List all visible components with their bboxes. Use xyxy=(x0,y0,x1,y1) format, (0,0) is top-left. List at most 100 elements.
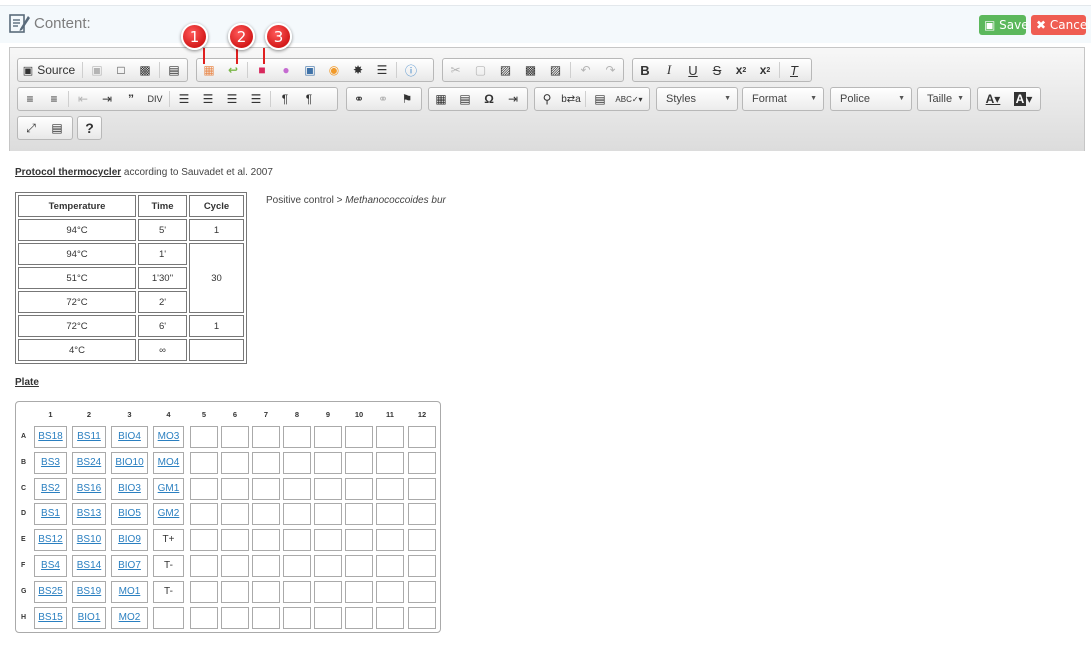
link-icon[interactable]: ⚭ xyxy=(347,88,371,110)
bold-icon[interactable]: B xyxy=(633,59,657,81)
plate-well[interactable]: BS1 xyxy=(34,503,67,525)
strikethrough-icon[interactable]: S xyxy=(705,59,729,81)
protocol-heading-link[interactable]: Protocol thermocycler xyxy=(15,167,121,178)
superscript-icon[interactable]: x2 xyxy=(753,59,777,81)
styles-dropdown[interactable]: Styles ▼ xyxy=(656,87,738,111)
plate-well[interactable]: GM2 xyxy=(153,503,184,525)
plate-well[interactable]: BS19 xyxy=(72,581,106,603)
templates-icon[interactable]: ▤ xyxy=(162,59,186,81)
plate-well[interactable]: BS18 xyxy=(34,426,67,448)
special-char-omega-icon[interactable]: Ω xyxy=(477,88,501,110)
plate-well[interactable]: BS13 xyxy=(72,503,106,525)
spellcheck-icon[interactable]: ABC✓▾ xyxy=(612,88,646,110)
recycle-icon[interactable]: ↩ xyxy=(221,59,245,81)
bulleted-list-icon[interactable]: ≡ xyxy=(42,88,66,110)
plate-well[interactable]: BIO10 xyxy=(111,452,148,474)
cancel-button[interactable]: ✖ Cancel xyxy=(1031,15,1091,35)
align-justify-icon[interactable]: ☰ xyxy=(244,88,268,110)
plate-well[interactable]: BIO9 xyxy=(111,529,148,551)
italic-icon[interactable]: I xyxy=(657,59,681,81)
outdent-icon[interactable]: ⇤ xyxy=(71,88,95,110)
align-center-icon[interactable]: ☰ xyxy=(196,88,220,110)
plate-well[interactable]: BS3 xyxy=(34,452,67,474)
page-title: Content: xyxy=(34,15,91,32)
plate-well[interactable]: BIO3 xyxy=(111,478,148,500)
plate-well[interactable]: MO1 xyxy=(111,581,148,603)
help-button[interactable]: ? xyxy=(77,116,102,140)
undo-icon[interactable]: ↶ xyxy=(573,59,598,81)
plate-well[interactable]: MO2 xyxy=(111,607,148,629)
paste-word-icon[interactable]: ▨ xyxy=(543,59,568,81)
table-cell: ∞ xyxy=(138,339,187,361)
toolbar-group-basicstyles: B I U S x2 x2 T xyxy=(632,58,812,82)
save-button[interactable]: ▣ Save xyxy=(979,15,1029,35)
page-break-insert-icon[interactable]: ⇥ xyxy=(501,88,525,110)
replace-icon[interactable]: b⇄a xyxy=(559,88,583,110)
save-doc-icon[interactable]: ▣ xyxy=(85,59,109,81)
redo-icon[interactable]: ↷ xyxy=(598,59,623,81)
create-div-icon[interactable]: DIV xyxy=(143,88,167,110)
plate-well[interactable]: BS16 xyxy=(72,478,106,500)
paste-icon[interactable]: ▨ xyxy=(493,59,518,81)
text-direction-ltr-icon[interactable]: ¶ xyxy=(273,88,297,110)
plate-well[interactable]: MO4 xyxy=(153,452,184,474)
plate-well[interactable]: BS14 xyxy=(72,555,106,577)
special-symbol-icon[interactable]: ✸ xyxy=(346,59,370,81)
image-icon[interactable]: ▣ xyxy=(298,59,322,81)
plate-well[interactable]: BIO5 xyxy=(111,503,148,525)
flash-icon[interactable]: ◉ xyxy=(322,59,346,81)
plate-well[interactable]: BIO1 xyxy=(72,607,106,629)
size-dropdown[interactable]: Taille ▼ xyxy=(917,87,971,111)
background-color-icon[interactable]: A ▾ xyxy=(1008,88,1038,110)
plate-well[interactable]: BS2 xyxy=(34,478,67,500)
font-dropdown[interactable]: Police ▼ xyxy=(830,87,912,111)
find-icon[interactable]: ⚲ xyxy=(535,88,559,110)
plate-grid-icon[interactable]: ▦ xyxy=(197,59,221,81)
copy-icon[interactable]: ▢ xyxy=(468,59,493,81)
indent-icon[interactable]: ⇥ xyxy=(95,88,119,110)
plate-well xyxy=(314,529,342,551)
magnet-icon[interactable]: ■ xyxy=(250,59,274,81)
align-left-icon[interactable]: ☰ xyxy=(172,88,196,110)
about-icon[interactable]: ⓘ xyxy=(399,59,423,81)
preview-icon[interactable]: □ xyxy=(109,59,133,81)
subscript-icon[interactable]: x2 xyxy=(729,59,753,81)
show-blocks-icon[interactable]: ▤ xyxy=(44,117,70,139)
plate-column-header: 9 xyxy=(325,410,331,419)
plate-well[interactable]: BS10 xyxy=(72,529,106,551)
paste-text-icon[interactable]: ▩ xyxy=(518,59,543,81)
underline-icon[interactable]: U xyxy=(681,59,705,81)
align-right-icon[interactable]: ☰ xyxy=(220,88,244,110)
table-cell: 51°C xyxy=(18,267,136,289)
cut-icon[interactable]: ✂ xyxy=(443,59,468,81)
horizontal-line-icon[interactable]: ▤ xyxy=(453,88,477,110)
plate-well[interactable]: BS25 xyxy=(34,581,67,603)
numbered-list-icon[interactable]: ≡ xyxy=(18,88,42,110)
plate-well[interactable]: BS4 xyxy=(34,555,67,577)
plate-well[interactable]: BIO4 xyxy=(111,426,148,448)
plate-well[interactable]: GM1 xyxy=(153,478,184,500)
plate-column-header: 3 xyxy=(127,410,132,419)
plate-well[interactable]: BS12 xyxy=(34,529,67,551)
text-direction-rtl-icon[interactable]: ¶ xyxy=(297,88,321,110)
page-break-icon[interactable]: ☰ xyxy=(370,59,394,81)
plate-well[interactable]: MO3 xyxy=(153,426,184,448)
table-icon[interactable]: ▦ xyxy=(429,88,453,110)
color-wheel-icon[interactable]: ● xyxy=(274,59,298,81)
maximize-icon[interactable]: ⤢ xyxy=(18,117,44,139)
plate-well[interactable]: BIO7 xyxy=(111,555,148,577)
text-color-icon[interactable]: A▾ xyxy=(978,88,1008,110)
anchor-flag-icon[interactable]: ⚑ xyxy=(395,88,419,110)
plate-well[interactable]: BS11 xyxy=(72,426,106,448)
select-all-icon[interactable]: ▤ xyxy=(588,88,612,110)
plate-well[interactable]: BS15 xyxy=(34,607,67,629)
print-icon[interactable]: ▩ xyxy=(133,59,157,81)
format-dropdown[interactable]: Format ▼ xyxy=(742,87,824,111)
source-button[interactable]: ▣ Source xyxy=(18,59,80,81)
plate-well xyxy=(190,581,218,603)
remove-format-icon[interactable]: T xyxy=(782,59,806,81)
blockquote-icon[interactable]: ” xyxy=(119,88,143,110)
unlink-icon[interactable]: ⚭ xyxy=(371,88,395,110)
plate-well[interactable]: BS24 xyxy=(72,452,106,474)
plate-well xyxy=(221,426,249,448)
